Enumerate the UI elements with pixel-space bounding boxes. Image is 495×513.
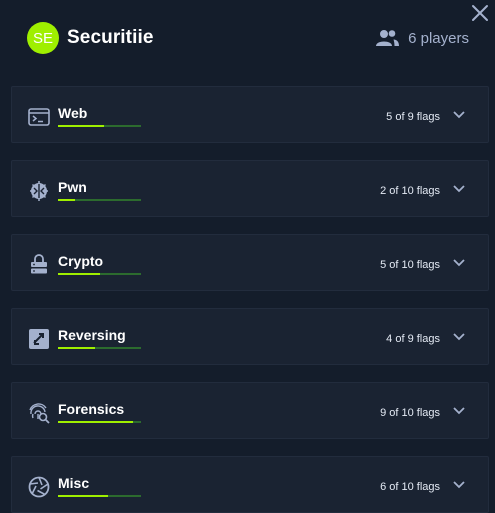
team-initials: SE: [32, 29, 53, 47]
category-name: Reversing: [58, 327, 126, 343]
category-card-misc[interactable]: Misc 6 of 10 flags: [11, 456, 489, 513]
category-list: Web 5 of 9 flags Pwn 2 of 10 flags Crypt…: [11, 86, 489, 513]
chevron-down-icon[interactable]: [452, 406, 466, 416]
fingerprint-search-icon: [29, 403, 50, 424]
category-card-reversing[interactable]: Reversing 4 of 9 flags: [11, 308, 489, 365]
lock-server-icon: [31, 254, 47, 274]
flags-count: 9 of 10 flags: [380, 407, 440, 419]
team-header: SE Securitiie 6 players: [27, 22, 469, 54]
flags-count: 4 of 9 flags: [386, 333, 440, 345]
category-card-pwn[interactable]: Pwn 2 of 10 flags: [11, 160, 489, 217]
brain-chip-icon: [30, 181, 48, 201]
team-avatar: SE: [27, 22, 59, 54]
chevron-down-icon[interactable]: [452, 332, 466, 342]
chevron-down-icon[interactable]: [452, 258, 466, 268]
progress-bar: [58, 125, 141, 127]
category-name: Web: [58, 105, 88, 121]
progress-bar: [58, 199, 141, 201]
flags-count: 2 of 10 flags: [380, 185, 440, 197]
terminal-window-icon: [28, 108, 50, 126]
category-name: Crypto: [58, 253, 104, 269]
category-card-web[interactable]: Web 5 of 9 flags: [11, 86, 489, 143]
aperture-icon: [28, 476, 50, 498]
flags-count: 5 of 9 flags: [386, 111, 440, 123]
progress-bar: [58, 421, 141, 423]
chevron-down-icon[interactable]: [452, 480, 466, 490]
progress-fill: [58, 495, 108, 497]
player-count: 6 players: [375, 29, 469, 47]
close-icon[interactable]: [471, 4, 489, 22]
progress-fill: [58, 273, 100, 275]
progress-fill: [58, 199, 75, 201]
progress-fill: [58, 125, 105, 127]
team-name: Securitiie: [67, 27, 154, 48]
chevron-down-icon[interactable]: [452, 184, 466, 194]
category-name: Forensics: [58, 401, 125, 417]
progress-fill: [58, 347, 95, 349]
category-name: Pwn: [58, 179, 87, 195]
progress-fill: [58, 421, 133, 423]
progress-bar: [58, 273, 141, 275]
chevron-down-icon[interactable]: [452, 110, 466, 120]
progress-bar: [58, 495, 141, 497]
reverse-arrows-icon: [29, 329, 49, 349]
category-card-forensics[interactable]: Forensics 9 of 10 flags: [11, 382, 489, 439]
flags-count: 5 of 10 flags: [380, 259, 440, 271]
category-name: Misc: [58, 475, 90, 491]
users-icon: [376, 30, 400, 46]
progress-bar: [58, 347, 141, 349]
players-label: 6 players: [408, 29, 469, 47]
flags-count: 6 of 10 flags: [380, 481, 440, 493]
category-card-crypto[interactable]: Crypto 5 of 10 flags: [11, 234, 489, 291]
